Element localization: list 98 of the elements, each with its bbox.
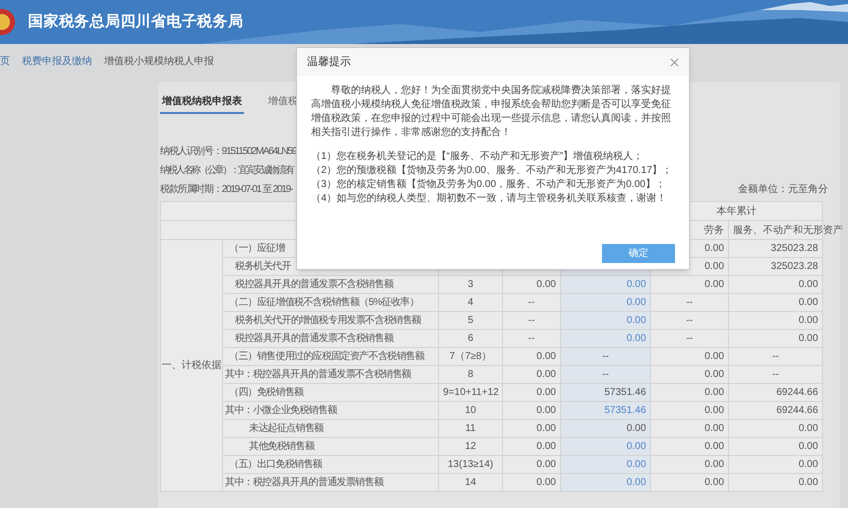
table-cell: -- bbox=[772, 351, 779, 362]
table-cell: -- bbox=[772, 369, 779, 380]
dialog-note: （2）您的预缴税额【货物及劳务为0.00、服务、不动产和无形资产为4170.17】； bbox=[311, 164, 674, 178]
table-cell: 12 bbox=[464, 441, 476, 452]
table-cell: 0.00 bbox=[798, 315, 818, 326]
table-cell: 0.00 bbox=[536, 423, 556, 434]
row-label: 未达起征点销售额 bbox=[249, 423, 324, 434]
table-cell: 0.00 bbox=[704, 405, 724, 416]
input-field: 0.00 bbox=[626, 477, 646, 488]
table-cell: 0.00 bbox=[704, 423, 724, 434]
dialog-note: （1）您在税务机关登记的是【“服务、不动产和无形资产”】增值税纳税人； bbox=[311, 150, 644, 164]
table-cell: 5 bbox=[468, 315, 474, 326]
table-cell: 69244.66 bbox=[776, 387, 818, 398]
table-cell: 0.00 bbox=[536, 351, 556, 362]
row-label: 其中：小微企业免税销售额 bbox=[225, 405, 337, 416]
table-cell: 0.00 bbox=[704, 279, 724, 290]
table-cell: 0.00 bbox=[704, 261, 724, 272]
row-label: （二）应征增值税不含税销售额（5%征收率） bbox=[229, 297, 419, 308]
table-cell: 0.00 bbox=[704, 351, 724, 362]
info-text: 税款所属时期：2019-07-01 至 2019- bbox=[160, 182, 292, 197]
row-label: 其他免税销售额 bbox=[249, 441, 314, 452]
input-field: 0.00 bbox=[626, 333, 646, 344]
table-cell: 325023.28 bbox=[770, 261, 818, 272]
table-cell: 0.00 bbox=[798, 297, 818, 308]
close-icon[interactable] bbox=[670, 58, 679, 66]
dialog-message: 尊敬的纳税人，您好！为全面贯彻党中央国务院减税降费决策部署，落实好提高增值税小规模纳税人免征增值税政策，申报系统会帮助您判断是否可以享受免征增值税政策，在您申报的过程中可能会出现一些提示信息，请您认真阅读，并按照相关指引进行操作，非常感谢您的支持配合！ bbox=[311, 84, 672, 140]
dialog-note: （4）如与您的纳税人类型、期初数不一致，请与主管税务机关联系核查，谢谢！ bbox=[311, 192, 668, 206]
table-cell: 8 bbox=[468, 369, 474, 380]
table-cell: -- bbox=[528, 315, 535, 326]
table-cell: 6 bbox=[468, 333, 474, 344]
table-cell: 0.00 bbox=[704, 243, 724, 254]
table-cell: 0.00 bbox=[536, 441, 556, 452]
table-cell: 0.00 bbox=[798, 279, 818, 290]
table-cell: 10 bbox=[464, 405, 476, 416]
table-cell: 0.00 bbox=[626, 423, 646, 434]
table-cell: 0.00 bbox=[798, 459, 818, 470]
table-cell: -- bbox=[686, 297, 693, 308]
table-cell: 69244.66 bbox=[776, 405, 818, 416]
row-label: 其中：税控器具开具的普通发票不含税销售额 bbox=[225, 369, 412, 380]
table-cell: 4 bbox=[468, 297, 474, 308]
section-label: 一、计税依据 bbox=[162, 360, 222, 371]
table-cell: -- bbox=[528, 333, 535, 344]
table-cell: 14 bbox=[464, 477, 476, 488]
tab[interactable]: 增值税纳税申报表 bbox=[160, 90, 244, 114]
info-text: 纳税人识别号：91511502MA64LN59 bbox=[160, 144, 296, 159]
table-cell: -- bbox=[686, 315, 693, 326]
table-cell: 0.00 bbox=[704, 369, 724, 380]
table-cell: 0.00 bbox=[704, 441, 724, 452]
column-group-header: 本年累计 bbox=[716, 206, 757, 216]
table-cell: -- bbox=[528, 297, 535, 308]
column-header: 劳务 bbox=[704, 224, 724, 236]
table-cell: 0.00 bbox=[536, 387, 556, 398]
row-label: 税务机关代开的增值税专用发票不含税销售额 bbox=[235, 315, 422, 326]
site-title: 国家税务总局四川省电子税务局 bbox=[28, 12, 244, 32]
table-cell: 0.00 bbox=[704, 387, 724, 398]
table-cell: 0.00 bbox=[536, 279, 556, 290]
table-cell: 0.00 bbox=[798, 441, 818, 452]
confirm-button[interactable]: 确定 bbox=[602, 244, 675, 263]
column-header: 服务、不动产和无形资产 bbox=[733, 224, 844, 236]
input-field: 0.00 bbox=[626, 279, 646, 290]
row-label: 税务机关代开 bbox=[235, 261, 291, 272]
row-label: 税控器具开具的普通发票不含税销售额 bbox=[235, 279, 394, 290]
table-cell: 9=10+11+12 bbox=[443, 387, 499, 398]
row-label: 税控器具开具的普通发票不含税销售额 bbox=[235, 333, 394, 344]
dialog-note: （3）您的核定销售额【货物及劳务为0.00，服务、不动产和无形资产为0.00】； bbox=[311, 178, 666, 192]
table-cell: 0.00 bbox=[798, 423, 818, 434]
table-cell: 0.00 bbox=[536, 369, 556, 380]
row-label: （五）出口免税销售额 bbox=[229, 459, 322, 470]
info-text: 纳税人名称（公章）：宜宾安诚物流有 bbox=[160, 164, 293, 178]
table-cell: -- bbox=[602, 369, 609, 380]
row-label: 其中：税控器具开具的普通发票销售额 bbox=[225, 477, 384, 488]
input-field: 0.00 bbox=[626, 315, 646, 326]
table-cell: 13(13≥14) bbox=[448, 459, 494, 470]
table-cell: 0.00 bbox=[536, 405, 556, 416]
table-cell: -- bbox=[602, 351, 609, 362]
row-label: （三）销售使用过的应税固定资产不含税销售额 bbox=[229, 351, 424, 362]
table-cell: 0.00 bbox=[798, 477, 818, 488]
row-label: （一）应征增 bbox=[229, 243, 285, 254]
table-cell: 7（7≥8） bbox=[449, 351, 492, 362]
amount-unit: 金额单位：元至角分 bbox=[738, 182, 828, 197]
breadcrumb-link[interactable]: 页 bbox=[0, 54, 10, 68]
table-cell: -- bbox=[686, 333, 693, 344]
input-field: 0.00 bbox=[626, 459, 646, 470]
table-cell: 0.00 bbox=[704, 459, 724, 470]
table-cell: 325023.28 bbox=[770, 243, 818, 254]
input-field: 0.00 bbox=[626, 297, 646, 308]
table-cell: 3 bbox=[468, 279, 474, 290]
table-cell: 0.00 bbox=[536, 459, 556, 470]
table-cell: 0.00 bbox=[536, 477, 556, 488]
row-label: （四）免税销售额 bbox=[229, 387, 304, 398]
breadcrumb-current: 增值税小规模纳税人申报 bbox=[104, 54, 214, 68]
breadcrumb-link[interactable]: 税费申报及缴纳 bbox=[22, 54, 92, 68]
table-cell: 0.00 bbox=[704, 477, 724, 488]
table-cell: 0.00 bbox=[798, 333, 818, 344]
table-cell: 57351.46 bbox=[604, 387, 646, 398]
input-field: 0.00 bbox=[626, 441, 646, 452]
dialog-title: 温馨提示 bbox=[307, 54, 351, 70]
table-cell: 11 bbox=[465, 423, 476, 434]
